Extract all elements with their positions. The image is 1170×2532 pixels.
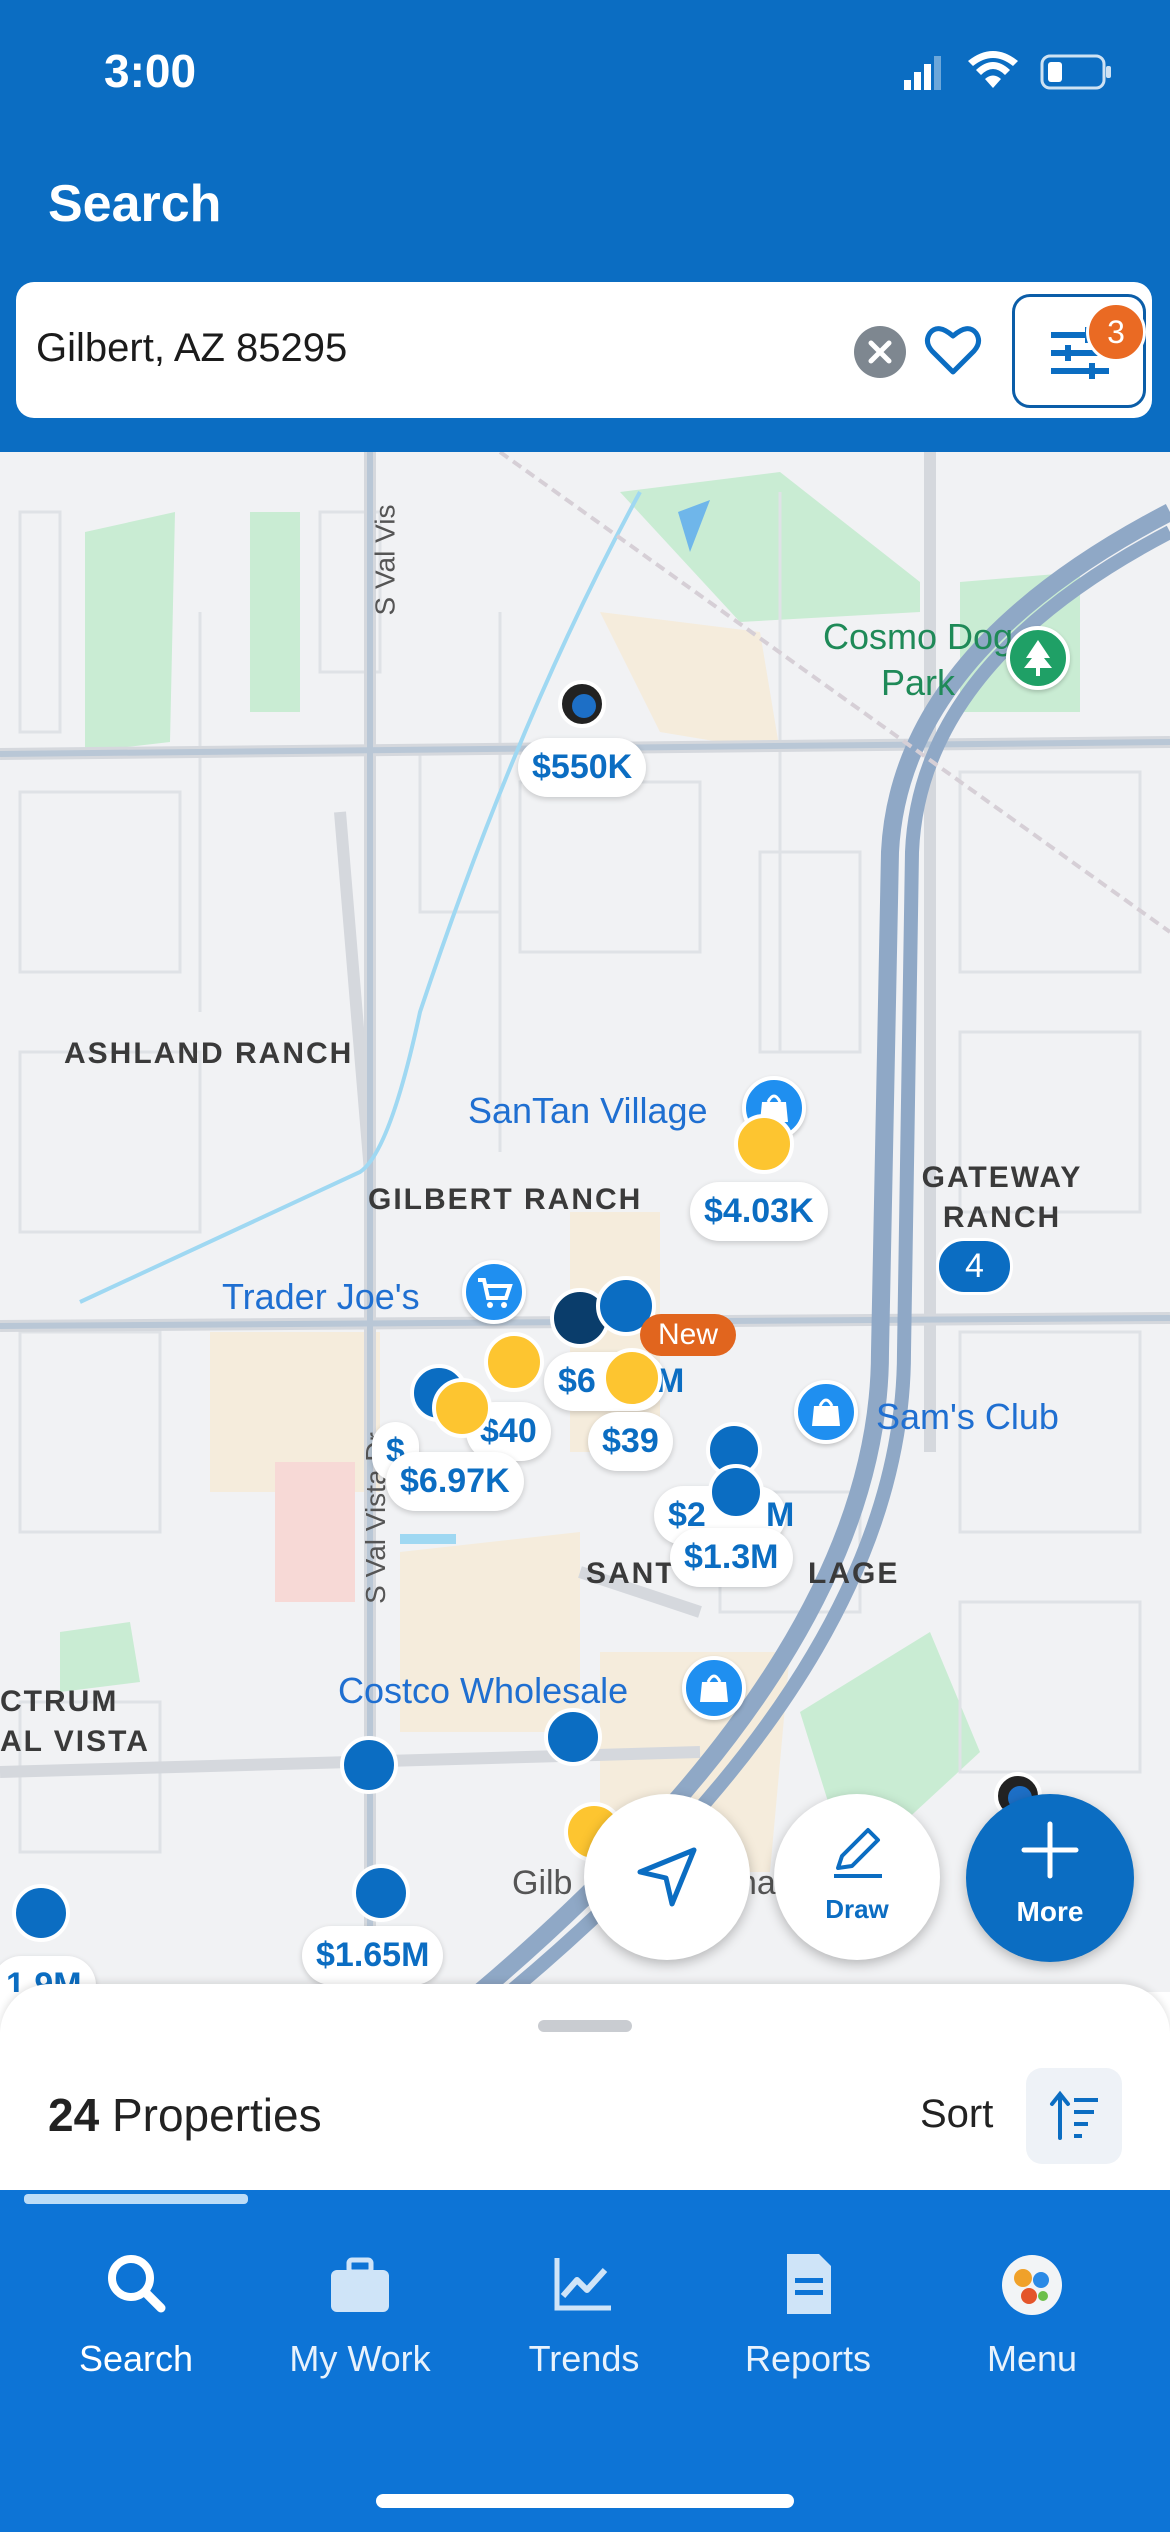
app-header: 3:00 Search Gilbert, AZ 85295 3: [0, 0, 1170, 452]
tab-label: My Work: [289, 2338, 431, 2379]
briefcase-icon: [331, 2257, 389, 2312]
draw-button[interactable]: Draw: [774, 1794, 940, 1960]
shopping-cart-icon[interactable]: [462, 1260, 526, 1324]
results-count: 24 Properties: [48, 2088, 322, 2142]
property-pin[interactable]: [708, 1464, 764, 1520]
area-label-al-vista: AL VISTA: [0, 1725, 150, 1758]
sort-icon: [1050, 2090, 1098, 2140]
property-cluster[interactable]: 4: [936, 1238, 1013, 1295]
home-indicator: [376, 2494, 794, 2508]
my-location-button[interactable]: [584, 1794, 750, 1960]
property-pin[interactable]: [340, 1736, 398, 1794]
price-tag[interactable]: $1.65M: [302, 1926, 444, 1985]
results-count-label: Properties: [111, 2089, 322, 2141]
tab-trends[interactable]: Trends: [472, 2250, 696, 2380]
property-pin[interactable]: [602, 1348, 662, 1408]
area-label-ashland-ranch: ASHLAND RANCH: [64, 1037, 354, 1070]
property-pin[interactable]: [12, 1884, 70, 1942]
plus-icon: [1021, 1821, 1079, 1879]
sheet-grabber[interactable]: [538, 2020, 632, 2032]
menu-logo-icon: [1002, 2255, 1062, 2315]
road-label-gilb: Gilb: [512, 1864, 573, 1902]
clear-search-button[interactable]: [854, 326, 906, 378]
price-tag[interactable]: $550K: [518, 738, 647, 797]
tab-menu[interactable]: Menu: [920, 2250, 1144, 2380]
tab-my-work[interactable]: My Work: [248, 2250, 472, 2380]
poi-label-costco-wholesale[interactable]: Costco Wholesale: [338, 1670, 628, 1712]
results-count-number: 24: [48, 2089, 100, 2141]
property-pin[interactable]: [432, 1378, 492, 1438]
property-pin[interactable]: [734, 1114, 794, 1174]
pencil-icon: [834, 1828, 882, 1878]
heart-icon[interactable]: [924, 322, 982, 378]
poi-label-trader-joes[interactable]: Trader Joe's: [222, 1276, 420, 1318]
tab-label: Trends: [528, 2338, 640, 2379]
navigation-arrow-icon: [637, 1847, 697, 1907]
shopping-bag-icon[interactable]: [682, 1656, 746, 1720]
tree-icon[interactable]: [1006, 626, 1070, 690]
poi-label-sams-club[interactable]: Sam's Club: [876, 1396, 1059, 1438]
shopping-bag-icon[interactable]: [794, 1380, 858, 1444]
search-bar[interactable]: Gilbert, AZ 85295: [16, 282, 1152, 418]
property-pin[interactable]: [544, 1708, 602, 1766]
active-tab-indicator: [24, 2194, 248, 2204]
price-tag[interactable]: $4.03K: [690, 1182, 828, 1241]
price-tag[interactable]: $39: [588, 1412, 673, 1471]
sort-label[interactable]: Sort: [920, 2092, 993, 2137]
price-tag[interactable]: $1.3M: [670, 1528, 793, 1587]
more-button[interactable]: More: [966, 1794, 1134, 1962]
battery-icon: [1040, 54, 1111, 90]
filter-count-badge: 3: [1086, 302, 1146, 362]
area-label-gilbert-ranch: GILBERT RANCH: [368, 1183, 643, 1216]
search-icon: [108, 2255, 166, 2313]
map-view[interactable]: S Val Vis S Val Vista Dr Gilb na Cosmo D…: [0, 452, 1170, 1992]
park-label-cosmo-dog-park: Cosmo Dog Park: [822, 616, 1014, 703]
bottom-tab-bar: Search My Work Trends Reports Menu: [0, 2190, 1170, 2532]
tab-label: Reports: [744, 2338, 872, 2379]
tab-label: Menu: [986, 2338, 1078, 2379]
results-sheet[interactable]: 24 Properties Sort: [0, 1984, 1170, 2194]
search-input[interactable]: Gilbert, AZ 85295: [36, 326, 347, 371]
area-label-lage: LAGE: [808, 1557, 900, 1590]
property-pin[interactable]: [352, 1864, 410, 1922]
more-label: More: [1016, 1896, 1084, 1927]
tab-search[interactable]: Search: [24, 2250, 248, 2380]
trend-chart-icon: [554, 2258, 611, 2311]
sort-button[interactable]: [1026, 2068, 1122, 2164]
wifi-icon: [968, 51, 1018, 88]
new-listing-badge: New: [640, 1314, 737, 1356]
price-tag[interactable]: $6.97K: [386, 1452, 524, 1511]
signal-icon: [904, 56, 941, 90]
area-label-ctrum: CTRUM: [0, 1685, 119, 1718]
poi-label-santan-village[interactable]: SanTan Village: [468, 1090, 708, 1132]
tab-reports[interactable]: Reports: [696, 2250, 920, 2380]
area-label-gateway-ranch: GATEWAY RANCH: [921, 1161, 1083, 1234]
page-title: Search: [48, 175, 222, 233]
draw-label: Draw: [825, 1894, 889, 1924]
tab-label: Search: [78, 2338, 194, 2379]
property-pin[interactable]: [558, 680, 606, 728]
road-label-s-val-vis: S Val Vis: [369, 504, 401, 616]
property-pin[interactable]: [484, 1332, 544, 1392]
status-time: 3:00: [104, 45, 197, 97]
close-icon: [868, 340, 892, 364]
area-label-sant: SANT: [586, 1557, 676, 1590]
document-icon: [787, 2254, 831, 2314]
